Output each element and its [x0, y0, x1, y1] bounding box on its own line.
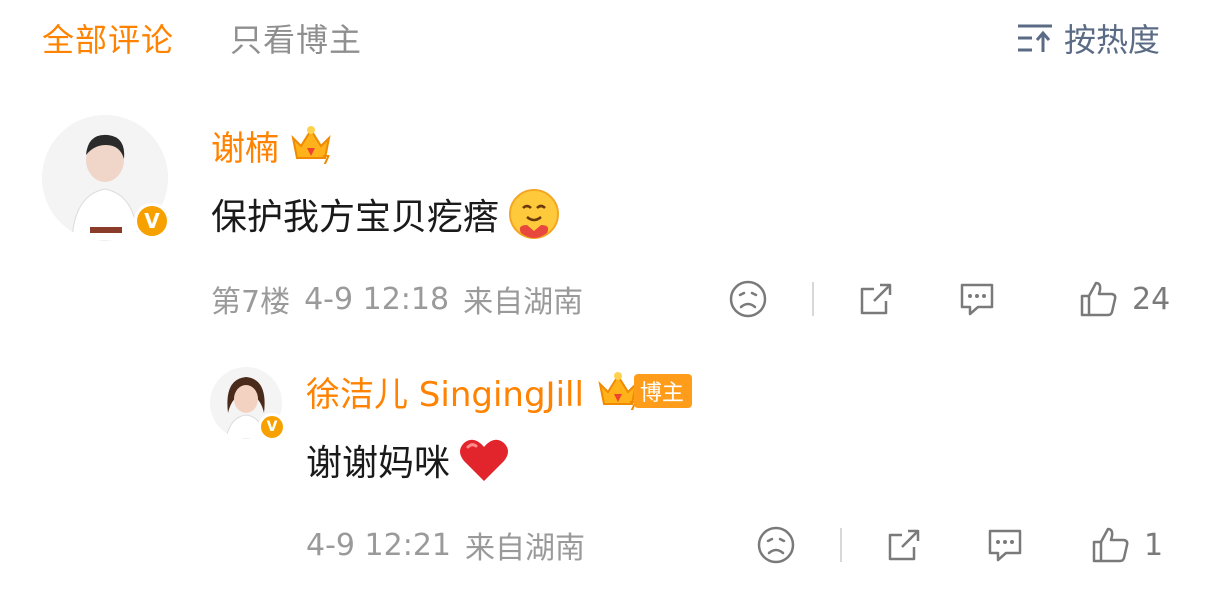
reply-button[interactable] — [984, 525, 1026, 565]
comment-bubble-icon — [988, 529, 1022, 562]
hug-emoji-icon — [509, 189, 560, 239]
sad-face-icon — [757, 526, 795, 564]
reply-button[interactable] — [956, 279, 998, 319]
comment-meta: 第7楼 4-9 12:18 来自湖南 — [211, 278, 597, 321]
tab-all-comments[interactable]: 全部评论 — [42, 15, 174, 61]
comment-author-name: 谢楠 — [211, 128, 279, 169]
share-button[interactable] — [884, 525, 924, 565]
share-button[interactable] — [856, 279, 896, 319]
tab-blogger-only[interactable]: 只看博主 — [230, 15, 362, 61]
reply-actions: 1 — [756, 524, 1163, 566]
verified-badge-icon: V — [134, 203, 170, 239]
divider — [840, 528, 842, 562]
sort-label: 按热度 — [1063, 21, 1160, 59]
reply-text: 谢谢妈咪 — [306, 443, 451, 484]
verified-badge-icon: V — [258, 413, 286, 441]
comment-bubble-icon — [960, 283, 994, 316]
comment-author[interactable]: 谢楠 7 — [211, 122, 333, 169]
thumbs-up-icon — [1092, 527, 1129, 563]
comment-content: 保护我方宝贝疙瘩 — [211, 188, 561, 240]
reply-content: 谢谢妈咪 — [306, 434, 512, 486]
reply-date: 4-9 12:21 — [306, 527, 451, 563]
reply-avatar[interactable]: V — [210, 367, 286, 441]
blogger-tag: 博主 — [633, 374, 692, 408]
comment-location: 来自湖南 — [463, 285, 584, 320]
reply-author[interactable]: 徐洁儿 SingingJill 7 博主 — [306, 368, 692, 415]
share-icon — [860, 283, 892, 315]
sad-face-icon — [729, 280, 767, 318]
like-count: 1 — [1144, 527, 1164, 563]
reply-meta: 4-9 12:21 来自湖南 — [306, 524, 599, 567]
like-button[interactable]: 1 — [1090, 525, 1163, 565]
sort-by-heat-button[interactable]: 按热度 — [1016, 14, 1160, 62]
divider — [812, 282, 814, 316]
reply-author-name: 徐洁儿 SingingJill — [306, 374, 584, 415]
like-count: 24 — [1132, 281, 1171, 317]
thumbs-up-icon — [1080, 281, 1117, 317]
dislike-button[interactable] — [728, 279, 768, 319]
sort-icon — [1017, 24, 1052, 52]
heart-emoji-icon — [460, 439, 509, 481]
avatar[interactable]: V — [42, 115, 170, 241]
like-button[interactable]: 24 — [1078, 279, 1170, 319]
reply-location: 来自湖南 — [465, 531, 585, 566]
share-icon — [888, 529, 920, 561]
svg-text:7: 7 — [322, 153, 330, 166]
comment-actions: 24 — [728, 278, 1170, 320]
comment-floor: 第7楼 — [211, 285, 291, 320]
crown-badge-icon: 7 — [291, 126, 331, 166]
comment-text: 保护我方宝贝疙瘩 — [211, 197, 500, 238]
dislike-button[interactable] — [756, 525, 796, 565]
comment-tabs: 全部评论 只看博主 — [42, 14, 418, 62]
comment-date: 4-9 12:18 — [304, 281, 450, 317]
